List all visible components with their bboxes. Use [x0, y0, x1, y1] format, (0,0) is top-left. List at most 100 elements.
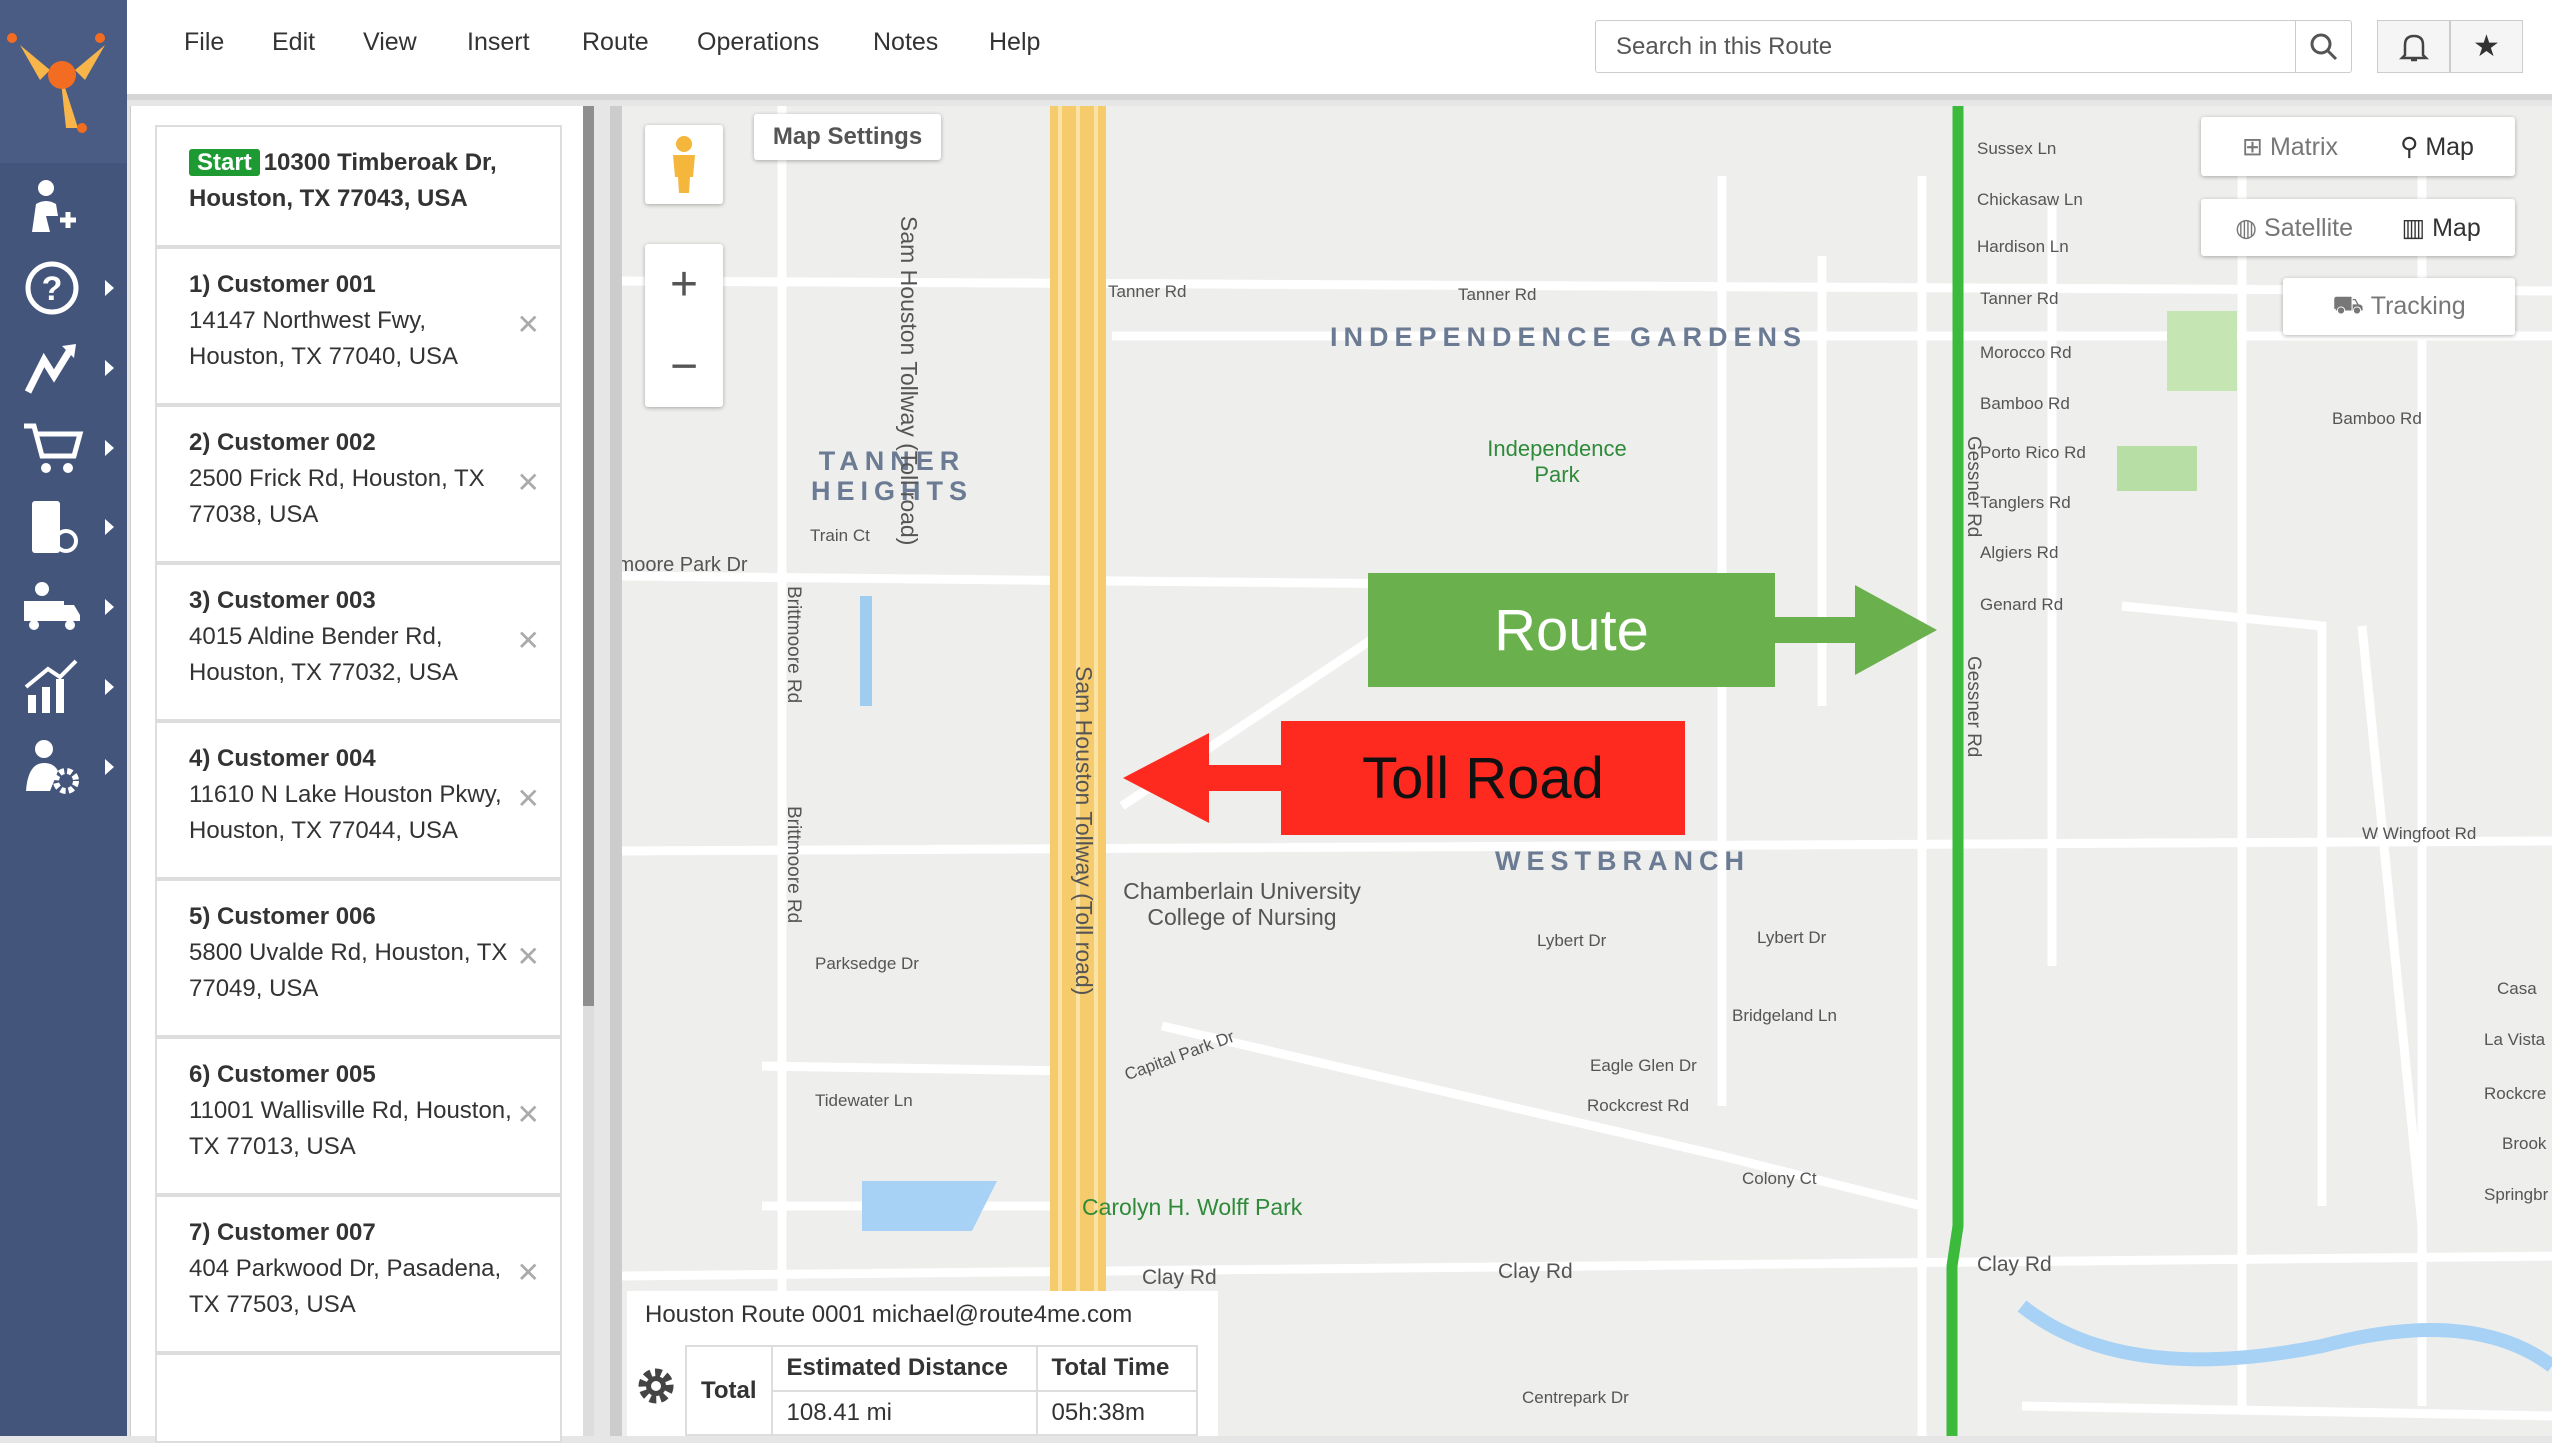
time-value: 05h:38m — [1035, 1389, 1198, 1436]
remove-stop-icon[interactable]: ✕ — [517, 1097, 540, 1133]
stop-address: 4015 Aldine Bender Rd, Houston, TX 77032… — [189, 623, 459, 686]
street-label: Colony Ct — [1742, 1169, 1817, 1188]
notifications-button[interactable] — [2377, 20, 2450, 73]
zoom-in-button[interactable]: + — [670, 257, 698, 312]
stop-address: 5800 Uvalde Rd, Houston, TX 77049, USA — [189, 939, 508, 1002]
svg-text:?: ? — [42, 270, 63, 308]
street-label: Bamboo Rd — [2332, 409, 2422, 428]
route-annotation: Route — [1368, 573, 1775, 687]
street-view-button[interactable] — [645, 125, 723, 204]
roadmap-button[interactable]: ▥ Map — [2402, 213, 2481, 243]
sidebar-item-orders[interactable] — [20, 412, 114, 484]
street-label: Clay Rd — [1977, 1253, 2052, 1276]
street-label: Hardison Ln — [1977, 237, 2069, 256]
truck-icon: ⛟ — [2332, 291, 2371, 319]
stop-item[interactable]: 5) Customer 006 5800 Uvalde Rd, Houston, … — [155, 879, 562, 1037]
map-icon: ▥ — [2401, 213, 2426, 242]
street-label: Genard Rd — [1980, 595, 2064, 614]
satellite-button[interactable]: ◍ Satellite — [2235, 213, 2353, 243]
park-label: Independence Park — [1487, 436, 1627, 487]
menu-view[interactable]: View — [363, 28, 417, 57]
menu-edit[interactable]: Edit — [272, 28, 315, 57]
sidebar-item-fleet[interactable] — [20, 571, 114, 643]
park-label: Carolyn H. Wolff Park — [1082, 1194, 1303, 1220]
stop-address: 11610 N Lake Houston Pkwy, Houston, TX 7… — [189, 781, 502, 844]
menu-insert[interactable]: Insert — [467, 28, 530, 57]
stop-item[interactable]: 7) Customer 007 404 Parkwood Dr, Pasadena… — [155, 1195, 562, 1353]
area-label: TANNER HEIGHTS — [810, 446, 973, 506]
stop-title: 2) Customer 002 — [189, 429, 376, 456]
remove-stop-icon[interactable]: ✕ — [517, 939, 540, 975]
stop-item[interactable] — [155, 1353, 562, 1443]
stop-title: 3) Customer 003 — [189, 587, 376, 614]
highway-label: Sam Houston Tollway (Toll road) — [1071, 666, 1097, 996]
settings-gear-icon[interactable] — [635, 1365, 677, 1407]
favorites-button[interactable]: ★ — [2450, 20, 2523, 73]
remove-stop-icon[interactable]: ✕ — [517, 465, 540, 501]
menu-route[interactable]: Route — [582, 28, 649, 57]
poi-label: Chamberlain University College of Nursin… — [1123, 878, 1361, 930]
sidebar-item-user-settings[interactable] — [20, 731, 114, 803]
zoom-out-button[interactable]: − — [670, 339, 698, 394]
area-label: WESTBRANCH — [1495, 846, 1750, 876]
star-icon: ★ — [2473, 30, 2500, 63]
street-label: Chickasaw Ln — [1977, 190, 2083, 209]
street-label: Clay Rd — [1142, 1266, 1217, 1289]
remove-stop-icon[interactable]: ✕ — [517, 781, 540, 817]
sidebar-item-scanner[interactable] — [20, 491, 114, 563]
map-pin-icon: ⚲ — [2400, 132, 2419, 161]
map-view-button[interactable]: ⚲ Map — [2400, 132, 2474, 162]
street-label: Tanner Rd — [1980, 289, 2059, 308]
search-button[interactable] — [2295, 20, 2352, 73]
route-name: Houston Route 0001 michael@route4me.com — [645, 1301, 1133, 1328]
stop-item[interactable]: 1) Customer 001 14147 Northwest Fwy, Hous… — [155, 247, 562, 405]
stop-address: 2500 Frick Rd, Houston, TX 77038, USA — [189, 465, 485, 528]
street-label: Porto Rico Rd — [1980, 443, 2086, 462]
sidebar-item-routes[interactable] — [20, 332, 114, 404]
stop-item[interactable]: 6) Customer 005 11001 Wallisville Rd, Hou… — [155, 1037, 562, 1195]
sidebar-item-analytics[interactable] — [20, 651, 114, 723]
street-label: Tanner Rd — [1458, 285, 1537, 304]
street-label: Clay Rd — [1498, 1260, 1573, 1283]
menu-help[interactable]: Help — [989, 28, 1040, 57]
matrix-button[interactable]: ⊞ Matrix — [2242, 132, 2338, 162]
start-stop[interactable]: Start 10300 Timberoak Dr, Houston, TX 770… — [155, 125, 562, 247]
street-label: tmoore Park Dr — [612, 554, 748, 576]
menu-notes[interactable]: Notes — [873, 28, 938, 57]
sidebar-item-help[interactable]: ? — [20, 252, 114, 324]
distance-value: 108.41 mi — [770, 1389, 1038, 1436]
total-label: Total — [685, 1345, 773, 1436]
stop-title: 5) Customer 006 — [189, 903, 376, 930]
street-label: Springbr — [2484, 1185, 2549, 1204]
time-header: Total Time — [1035, 1345, 1198, 1392]
scrollbar-thumb[interactable] — [583, 106, 594, 1006]
route4me-logo[interactable] — [0, 0, 127, 163]
stop-item[interactable]: 2) Customer 002 2500 Frick Rd, Houston, T… — [155, 405, 562, 563]
remove-stop-icon[interactable]: ✕ — [517, 623, 540, 659]
stop-item[interactable]: 3) Customer 003 4015 Aldine Bender Rd, Ho… — [155, 563, 562, 721]
stops-scrollbar[interactable] — [583, 106, 594, 1436]
menu-file[interactable]: File — [184, 28, 224, 57]
street-label: Casa — [2497, 979, 2537, 998]
street-label: Train Ct — [810, 526, 870, 545]
menu-operations[interactable]: Operations — [697, 28, 819, 57]
route-icon — [24, 344, 76, 394]
highway-label: Sam Houston Tollway (Toll road) — [896, 216, 922, 546]
search-input[interactable]: Search in this Route — [1595, 20, 2352, 73]
totals-table: Total Estimated Distance Total Time 108.… — [685, 1345, 1198, 1436]
street-label: Centrepark Dr — [1522, 1388, 1629, 1407]
remove-stop-icon[interactable]: ✕ — [517, 307, 540, 343]
street-label: Brittmoore Rd — [783, 586, 804, 704]
tracking-button[interactable]: ⛟ Tracking — [2283, 278, 2515, 335]
remove-stop-icon[interactable]: ✕ — [517, 1255, 540, 1291]
street-label: Bamboo Rd — [1980, 394, 2070, 413]
street-label: Tidewater Ln — [815, 1091, 913, 1110]
stop-item[interactable]: 4) Customer 004 11610 N Lake Houston Pkwy… — [155, 721, 562, 879]
street-label: Eagle Glen Dr — [1590, 1056, 1697, 1075]
street-label: Lybert Dr — [1757, 928, 1827, 947]
sidebar-item-add-user[interactable] — [20, 172, 110, 244]
street-label: Algiers Rd — [1980, 543, 2059, 562]
street-label: Parksedge Dr — [815, 954, 919, 973]
map-settings-button[interactable]: Map Settings — [754, 114, 941, 160]
fleet-icon — [24, 582, 80, 630]
